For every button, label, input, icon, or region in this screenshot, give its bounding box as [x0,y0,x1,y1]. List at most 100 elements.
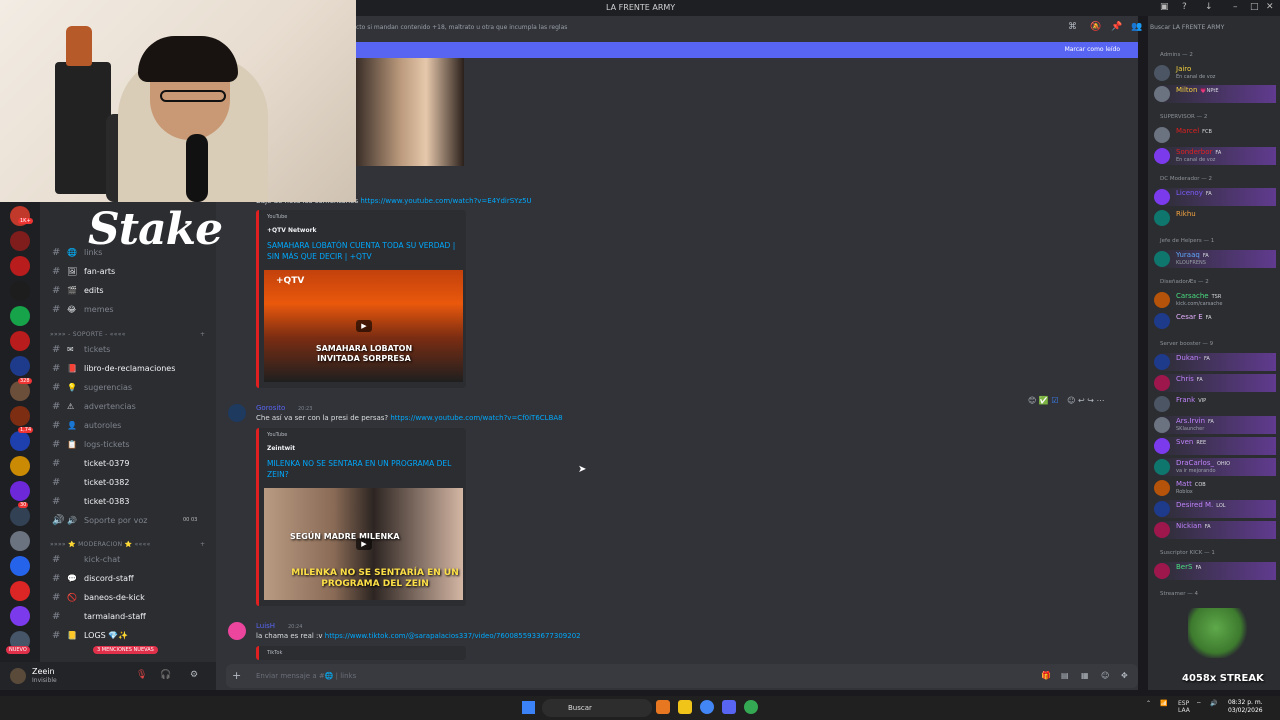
chrome-icon[interactable] [700,700,714,714]
server-icon[interactable] [10,481,30,501]
member-item[interactable]: Nickian FA [1154,521,1276,539]
headphones-muted-icon[interactable]: 🎧 [160,670,171,680]
gift-icon[interactable]: 🎁 [1041,671,1051,680]
message-author[interactable]: LuisH [256,622,275,630]
server-icon[interactable] [10,306,30,326]
app-icon[interactable] [656,700,670,714]
message-link[interactable]: https://www.tiktok.com/@sarapalacios337/… [325,632,581,640]
server-icon[interactable] [10,606,30,626]
download-icon[interactable]: ↓ [1205,2,1213,12]
reply-icon[interactable]: ↩ [1078,396,1085,405]
add-channel-icon[interactable]: + [200,541,205,548]
forward-icon[interactable]: ↪ [1087,396,1094,405]
video-thumbnail[interactable]: SEGÚN MADRE MILENKA ▶ MILENKA NO SE SENT… [264,488,463,600]
notification-bell-icon[interactable]: 🔕 [1090,22,1101,32]
avatar[interactable] [10,668,26,684]
server-icon[interactable] [10,331,30,351]
add-reaction-icon[interactable]: ☺ [1067,396,1075,405]
avatar[interactable] [228,404,246,422]
embed-title[interactable]: SAMAHARA LOBATÓN CUENTA TODA SU VERDAD |… [267,240,467,262]
inbox-icon[interactable]: ▣ [1160,2,1169,12]
member-item[interactable]: Cesar E FA [1154,312,1276,330]
channel-item[interactable]: # ticket-0382 [40,473,216,491]
video-thumbnail[interactable]: +QTV ▶ SAMAHARA LOBATON INVITADA SORPRES… [264,270,463,382]
member-item[interactable]: Chris FA [1154,374,1276,392]
channel-item[interactable]: # ticket-0383 [40,492,216,510]
attached-image[interactable] [356,58,464,166]
member-item[interactable]: Yuraaq FA KLOUFRENS [1154,250,1276,268]
channel-item[interactable]: # 📕 libro-de-reclamaciones [40,359,216,377]
member-item[interactable]: Carsache TSR kick.com/carsache [1154,291,1276,309]
channel-item[interactable]: # 📒 LOGS 💎✨ [40,626,216,644]
member-item[interactable]: Rikhu [1154,209,1276,227]
channel-item[interactable]: # 💬 discord-staff [40,569,216,587]
channel-item[interactable]: # 👤 autoroles [40,416,216,434]
verify-icon[interactable]: ☑ [1051,396,1058,405]
channel-item[interactable]: # ticket-0379 [40,454,216,472]
reaction-icon[interactable]: 😊 [1028,396,1036,405]
settings-gear-icon[interactable]: ⚙ [190,670,198,680]
mark-as-read-button[interactable]: Marcar como leído [1065,46,1120,53]
browser-icon[interactable] [744,700,758,714]
channel-item[interactable]: # 📋 logs-tickets [40,435,216,453]
member-item[interactable]: Licenoy FA [1154,188,1276,206]
embed-author[interactable]: Zeintwit [267,445,295,452]
language-indicator[interactable]: ESP LAA [1178,700,1190,714]
new-messages-bar[interactable]: Marcar como leído [356,42,1138,58]
category-header[interactable]: »»»» ⭐ MODERACION ⭐ «««« + [50,541,205,548]
help-icon[interactable]: ? [1182,2,1187,12]
member-item[interactable]: Marcel FCB [1154,126,1276,144]
server-icon[interactable] [10,281,30,301]
server-icon[interactable] [10,531,30,551]
avatar[interactable] [228,622,246,640]
server-icon[interactable] [10,231,30,251]
threads-icon[interactable]: ⌘ [1068,22,1077,32]
server-icon[interactable] [10,506,30,526]
channel-item[interactable]: # ✉ tickets [40,340,216,358]
close-icon[interactable]: ✕ [1266,2,1274,12]
sticker-icon[interactable]: ▦ [1081,671,1089,680]
volume-icon[interactable]: 🔊 [1210,700,1217,707]
channel-item[interactable]: 🔊 🔊 Soporte por voz 00 03 [40,511,216,529]
clock[interactable]: 08:32 p. m. 03/02/2026 [1228,699,1263,715]
server-icon[interactable] [10,356,30,376]
windows-start-icon[interactable] [522,701,535,714]
server-icon[interactable] [10,256,30,276]
member-item[interactable]: Jairo En canal de voz [1154,64,1276,82]
channel-item[interactable]: # kick-chat [40,550,216,568]
check-icon[interactable]: ✅ [1039,396,1049,405]
channel-item[interactable]: # 😂 memes [40,300,216,318]
channel-item[interactable]: # ⚠ advertencias [40,397,216,415]
embed-author[interactable]: +QTV Network [267,227,317,234]
pin-icon[interactable]: 📌 [1111,22,1122,32]
member-item[interactable]: Ars.Irvin FA SKlauncher [1154,416,1276,434]
tray-chevron-icon[interactable]: ⌃ [1146,700,1151,707]
channel-item[interactable]: # 💡 sugerencias [40,378,216,396]
member-item[interactable]: Sonderbor FA En canal de voz [1154,147,1276,165]
wifi-icon[interactable]: ⌔ [1196,700,1202,708]
server-icon[interactable] [10,456,30,476]
apps-icon[interactable]: ✥ [1121,671,1128,680]
member-list-icon[interactable]: 👥 [1131,22,1142,32]
play-icon[interactable]: ▶ [356,320,372,332]
channel-item[interactable]: # tarmaland-staff [40,607,216,625]
search-input[interactable]: Buscar LA FRENTE ARMY [1150,24,1274,36]
gif-icon[interactable]: ▤ [1061,671,1069,680]
add-channel-icon[interactable]: + [200,331,205,338]
message-link[interactable]: https://www.youtube.com/watch?v=E4YdirSY… [360,197,531,205]
channel-item[interactable]: # 🚫 baneos-de-kick [40,588,216,606]
message-author[interactable]: Gorosito [256,404,285,412]
member-item[interactable]: BerS FA [1154,562,1276,580]
new-mentions-badge[interactable]: 3 MENCIONES NUEVAS [93,646,158,654]
server-icon[interactable] [10,406,30,426]
add-attachment-icon[interactable]: + [232,669,241,682]
server-icon[interactable] [10,581,30,601]
server-icon[interactable] [10,381,30,401]
message-input[interactable]: Enviar mensaje a #🌐 | links [256,672,356,680]
taskbar-search[interactable]: Buscar [542,699,652,717]
more-icon[interactable]: ⋯ [1097,396,1105,405]
minimize-icon[interactable]: – [1233,2,1238,12]
emoji-icon[interactable]: ☺ [1101,671,1109,680]
message-link[interactable]: https://www.youtube.com/watch?v=Cf0iT6CL… [390,414,562,422]
network-icon[interactable]: 📶 [1160,700,1167,707]
